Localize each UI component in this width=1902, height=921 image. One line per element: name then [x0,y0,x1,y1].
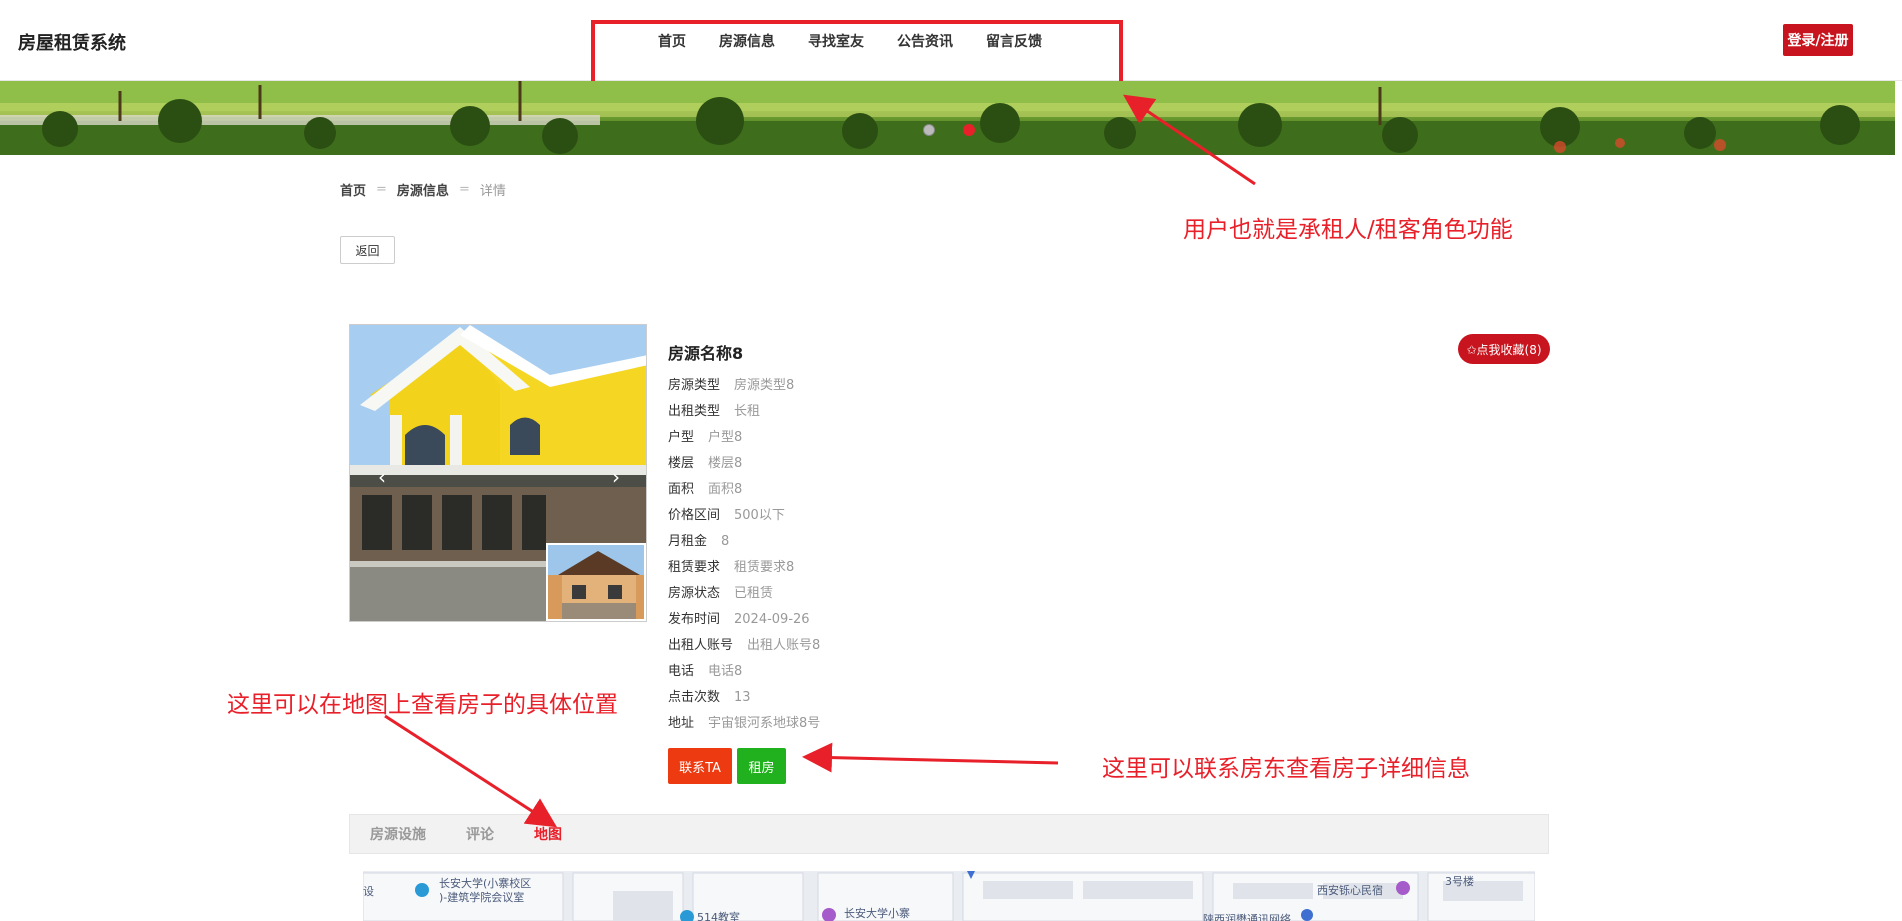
carousel-dot-1[interactable] [923,124,935,136]
house-details: 房源类型 房源类型8 出租类型 长租 户型 户型8 楼层 楼层8 面积 面积8 价格区间 5… [668,376,820,740]
tab-facilities[interactable]: 房源设施 [370,824,426,844]
back-button[interactable]: 返回 [340,236,395,264]
breadcrumb-separator: = [458,182,470,197]
chevron-right-icon[interactable]: › [612,465,620,489]
location-map[interactable]: 设 长安大学(小寨校区 )-建筑学院会议室 514教室 长安大学小寨 西安铄心民… [363,871,1535,921]
login-register-button[interactable]: 登录/注册 [1783,24,1853,56]
breadcrumb-listings[interactable]: 房源信息 [397,180,449,199]
carousel-dot-2[interactable] [963,124,975,136]
detail-row-status: 房源状态 已租赁 [668,586,774,601]
header: 房屋租赁系统 首页 房源信息 寻找室友 公告资讯 留言反馈 登录/注册 [0,0,1902,81]
rent-button[interactable]: 租房 [737,748,786,784]
map-label: 长安大学小寨 [844,907,910,920]
detail-row-floor: 楼层 楼层8 [668,456,743,471]
arrow-to-contact [802,742,1059,773]
house-thumbnail[interactable] [546,543,646,621]
banner-landscape-image [0,81,1895,155]
breadcrumb-current: 详情 [479,184,506,199]
detail-tabs: 房源设施 评论 地图 [349,814,1549,854]
arrow-to-map-tab [384,714,558,828]
contact-landlord-button[interactable]: 联系TA [668,748,732,784]
detail-row-requirements: 租赁要求 租赁要求8 [668,560,795,575]
map-label: 设 [363,885,374,898]
banner-carousel[interactable] [0,81,1895,155]
nav-announcements[interactable]: 公告资讯 [897,31,953,51]
main-nav: 首页 房源信息 寻找室友 公告资讯 留言反馈 [658,31,1075,51]
nav-roommates[interactable]: 寻找室友 [808,31,864,51]
site-logo-text[interactable]: 房屋租赁系统 [18,29,126,55]
detail-row-price-range: 价格区间 500以下 [668,508,785,523]
detail-row-rental-type: 出租类型 长租 [668,404,761,419]
detail-row-type: 房源类型 房源类型8 [668,378,795,393]
map-label: )-建筑学院会议室 [439,891,525,904]
detail-row-monthly-rent: 月租金 8 [668,534,730,549]
breadcrumb: 首页 = 房源信息 = 详情 [340,180,506,199]
annotation-contact-hint: 这里可以联系房东查看房子详细信息 [1102,756,1470,782]
detail-row-publish-time: 发布时间 2024-09-26 [668,612,810,627]
nav-home[interactable]: 首页 [658,31,686,51]
map-label: 西安铄心民宿 [1317,884,1383,897]
annotation-map-hint: 这里可以在地图上查看房子的具体位置 [227,692,618,718]
tab-map[interactable]: 地图 [534,824,562,844]
annotation-roles: 用户也就是承租人/租客角色功能 [1183,217,1513,243]
map-label: 514教室 [697,911,740,921]
detail-row-area: 面积 面积8 [668,482,743,497]
breadcrumb-home[interactable]: 首页 [340,180,366,199]
map-label: 3号楼 [1445,875,1474,888]
house-image-carousel[interactable]: ‹ › [349,324,647,622]
map-label: 陕西润懋通讯网络 [1203,913,1291,921]
detail-row-address: 地址 宇宙银河系地球8号 [668,716,821,731]
breadcrumb-separator: = [376,182,387,197]
chevron-left-icon[interactable]: ‹ [378,465,386,489]
detail-row-landlord-account: 出租人账号 出租人账号8 [668,638,821,653]
nav-listings[interactable]: 房源信息 [719,31,775,51]
detail-row-layout: 户型 户型8 [668,430,743,445]
tab-comments[interactable]: 评论 [466,824,494,844]
detail-row-phone: 电话 电话8 [668,664,743,679]
nav-feedback[interactable]: 留言反馈 [986,31,1042,51]
house-name: 房源名称8 [668,344,744,363]
detail-row-clicks: 点击次数 13 [668,690,751,705]
favorite-button[interactable]: ✩点我收藏(8) [1458,334,1550,364]
